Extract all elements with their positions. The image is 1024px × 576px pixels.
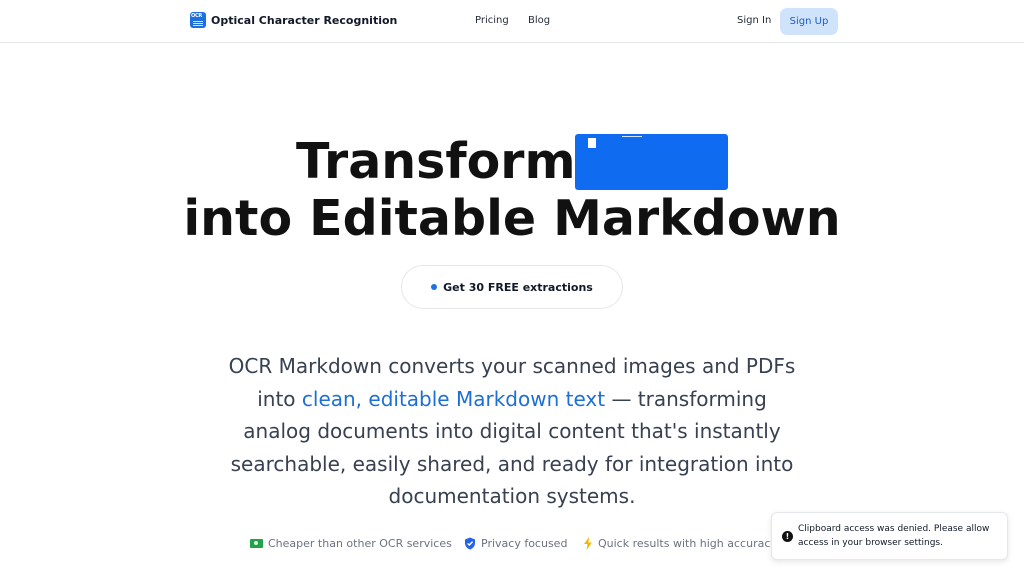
feature-cheaper: Cheaper than other OCR services — [250, 535, 452, 551]
description-highlight: clean, editable Markdown text — [301, 386, 606, 411]
description-line: OCR Markdown converts your scanned image… — [228, 354, 796, 378]
alert-icon: ! — [782, 531, 793, 542]
app-title: Optical Character Recognition — [211, 13, 398, 27]
hero-title-line2: into Editable Markdown — [183, 190, 841, 247]
hero-title-line1: Transform — [296, 133, 576, 190]
sign-up-button[interactable]: Sign Up — [780, 8, 838, 35]
bolt-icon — [583, 536, 593, 550]
sign-in-link[interactable]: Sign In — [737, 15, 771, 26]
feature-label: Privacy focused — [481, 536, 568, 550]
logo[interactable]: OCR Optical Character Recognition — [190, 12, 397, 28]
site-header: OCR Optical Character Recognition Pricin… — [0, 0, 1024, 43]
feature-label: Quick results with high accuracy — [598, 536, 777, 550]
logo-icon-text: OCR — [191, 13, 202, 19]
clipboard-error-toast: ! Clipboard access was denied. Please al… — [771, 512, 1008, 560]
money-icon — [250, 538, 263, 548]
toast-message: Clipboard access was denied. Please allo… — [798, 524, 990, 548]
description-line: into clean, editable Markdown text — tra… — [257, 386, 767, 411]
description-line: searchable, easily shared, and ready for… — [230, 451, 794, 476]
feature-quick-results: Quick results with high accuracy — [583, 535, 777, 551]
feature-label: Cheaper than other OCR services — [268, 536, 452, 550]
text-cursor — [588, 138, 596, 148]
typing-highlight-box — [575, 134, 728, 190]
badge-text: Get 30 FREE extractions — [443, 280, 593, 294]
hero-description: OCR Markdown converts your scanned image… — [0, 350, 1024, 513]
nav-link-pricing[interactable]: Pricing — [475, 15, 509, 26]
badge-dot-icon — [431, 284, 438, 290]
ocr-logo-icon: OCR — [190, 12, 206, 28]
description-line: analog documents into digital content th… — [243, 419, 781, 443]
shield-icon — [464, 537, 476, 550]
free-extractions-badge[interactable]: Get 30 FREE extractions — [401, 265, 623, 309]
feature-privacy: Privacy focused — [464, 535, 567, 551]
description-line: documentation systems. — [388, 484, 636, 508]
nav-link-blog[interactable]: Blog — [528, 15, 550, 26]
